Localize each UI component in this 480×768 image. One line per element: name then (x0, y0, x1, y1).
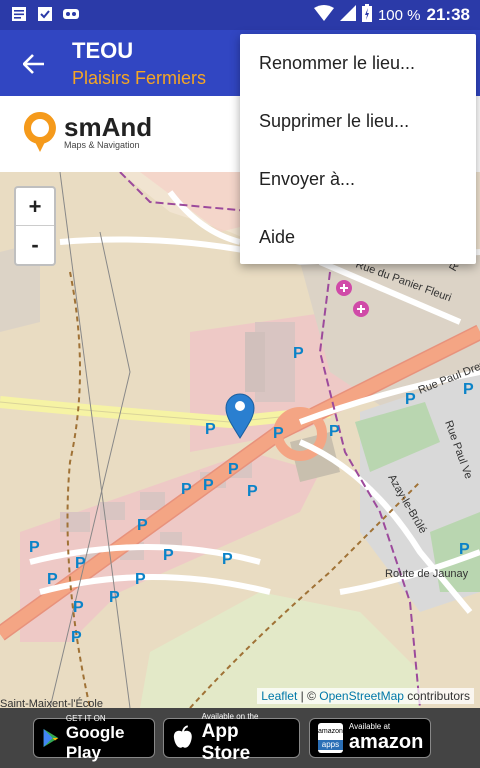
google-play-badge[interactable]: GET IT ON Google Play (33, 714, 155, 762)
parking-marker: P (329, 423, 340, 440)
map-attribution: Leaflet | © OpenStreetMap contributors (257, 688, 474, 704)
parking-marker: P (228, 461, 239, 478)
amazon-badge-bottom: apps (318, 740, 343, 750)
osmand-pin-icon (23, 112, 56, 152)
parking-marker: P (205, 421, 216, 438)
parking-marker: P (222, 551, 233, 568)
zoom-control: + - (14, 186, 56, 266)
parking-marker: P (459, 541, 470, 558)
clock: 21:38 (426, 5, 470, 24)
place-title: TEOU (72, 38, 134, 63)
menu-item-rename[interactable]: Renommer le lieu... (240, 34, 476, 92)
google-play-icon (43, 729, 59, 747)
street-label: Saint-Maixent-l'École (0, 697, 103, 708)
amazon-badge-top: amazon (318, 728, 343, 735)
zoom-in-button[interactable]: + (16, 188, 54, 226)
battery-level: 100 % (377, 6, 421, 24)
amazon-badge[interactable]: amazon apps Available at amazon (309, 718, 431, 758)
app-store-text: App Store (201, 720, 251, 764)
leaflet-link[interactable]: Leaflet (261, 689, 297, 703)
parking-marker: P (109, 589, 120, 606)
back-button[interactable] (14, 44, 54, 84)
street-label: Route de Jaunay (385, 568, 469, 580)
parking-marker: P (163, 547, 174, 564)
app-store-badge[interactable]: Available on the App Store (163, 712, 300, 764)
osm-link[interactable]: OpenStreetMap (319, 689, 404, 703)
amazon-text: amazon (348, 731, 424, 753)
status-bar: 100 % 21:38 (0, 0, 480, 30)
parking-marker: P (71, 629, 82, 646)
attribution-separator: | © (297, 689, 320, 703)
app-store-small-text: Available on the (201, 711, 259, 721)
osmand-logo: smAnd Maps & Navigation (22, 110, 152, 154)
battery-icon (361, 4, 372, 26)
notification-icons (10, 5, 80, 23)
attribution-suffix: contributors (403, 689, 470, 703)
parking-marker: P (463, 381, 474, 398)
parking-marker: P (29, 539, 40, 556)
zoom-out-button[interactable]: - (16, 226, 54, 263)
parking-marker: P (75, 555, 86, 572)
message-icon (10, 5, 28, 23)
signal-icon (339, 5, 356, 25)
menu-item-delete[interactable]: Supprimer le lieu... (240, 92, 476, 150)
parking-marker: P (273, 425, 284, 442)
back-arrow-icon (23, 54, 44, 74)
parking-marker: P (73, 599, 84, 616)
store-badges-bar: GET IT ON Google Play Available on the A… (0, 708, 480, 768)
google-play-small-text: GET IT ON (65, 713, 106, 723)
logo-name: smAnd (64, 112, 153, 142)
amazon-small-text: Available at (348, 722, 391, 731)
menu-item-help[interactable]: Aide (240, 208, 476, 266)
parking-marker: P (137, 517, 148, 534)
apple-icon (173, 725, 192, 748)
parking-marker: P (135, 571, 146, 588)
parking-marker: P (293, 345, 304, 362)
place-subtitle: Plaisirs Fermiers (72, 68, 207, 88)
game-icon (62, 5, 80, 23)
parking-marker: P (247, 483, 258, 500)
parking-marker: P (181, 481, 192, 498)
parking-marker: P (47, 571, 58, 588)
task-icon (36, 5, 54, 23)
parking-marker: P (203, 477, 214, 494)
menu-item-send[interactable]: Envoyer à... (240, 150, 476, 208)
logo-tagline: Maps & Navigation (64, 140, 140, 150)
google-play-text: Google Play (65, 722, 125, 762)
wifi-icon (313, 5, 334, 25)
overflow-menu: Renommer le lieu... Supprimer le lieu...… (240, 34, 476, 264)
amazon-apps-icon: amazon apps (318, 723, 343, 753)
parking-marker: P (405, 391, 416, 408)
